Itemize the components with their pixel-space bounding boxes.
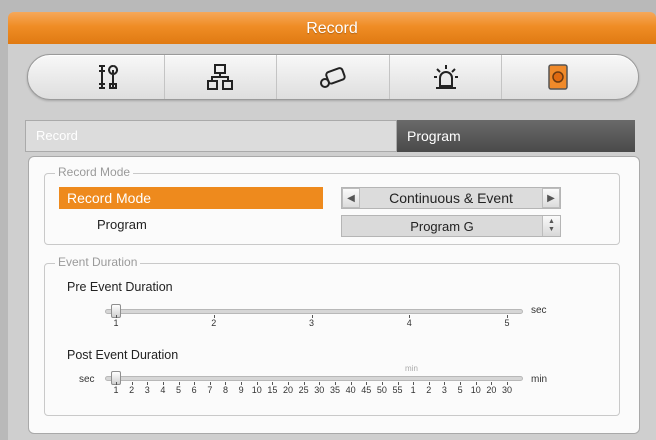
post-event-unit-left: sec <box>79 374 95 385</box>
event-duration-legend: Event Duration <box>55 255 141 269</box>
program-value: Program G <box>410 218 474 234</box>
spin-down-icon: ▼ <box>548 226 555 233</box>
toolbar-item-tools[interactable] <box>52 55 164 99</box>
tab-record[interactable]: Record <box>25 120 397 152</box>
pre-event-slider-track[interactable] <box>105 309 523 314</box>
pre-event-label: Pre Event Duration <box>67 280 173 294</box>
tick-label: 4 <box>406 318 412 328</box>
post-event-slider-track[interactable] <box>105 376 523 381</box>
post-event-unit-right: min <box>531 374 548 385</box>
record-mode-value: Continuous & Event <box>389 190 513 206</box>
tick-label: 5 <box>504 318 510 328</box>
toolbar-item-alarm[interactable] <box>388 55 502 99</box>
window-title: Record <box>8 12 656 44</box>
tick-label: 3 <box>308 318 314 328</box>
tick-label: 2 <box>211 318 217 328</box>
toolbar-item-network[interactable] <box>163 55 277 99</box>
alarm-icon <box>433 65 458 89</box>
record-mode-group: Record Mode Record Mode Program ◀ Contin… <box>44 165 620 245</box>
network-icon <box>207 64 234 90</box>
toolbar-item-camera[interactable] <box>276 55 389 99</box>
tools-icon <box>98 65 118 89</box>
record-mode-legend: Record Mode <box>55 165 134 179</box>
record-mode-label: Record Mode <box>59 187 323 209</box>
main-toolbar <box>27 54 639 100</box>
tick-label: 30 <box>501 385 512 395</box>
program-label: Program <box>97 217 147 232</box>
spin-up-icon: ▲ <box>548 218 555 225</box>
event-duration-group: Event Duration Pre Event Duration 12345 … <box>44 255 620 416</box>
tick-label: 1 <box>113 318 119 328</box>
tab-bar: Record Program <box>25 120 635 152</box>
settings-panel: Record Mode Record Mode Program ◀ Contin… <box>28 156 640 434</box>
program-spin-button[interactable]: ▲ ▼ <box>542 216 560 236</box>
record-mode-selector[interactable]: ◀ Continuous & Event ▶ <box>341 187 561 209</box>
pre-event-unit: sec <box>531 305 547 316</box>
prev-arrow-button[interactable]: ◀ <box>342 188 360 208</box>
camera-icon <box>319 67 346 88</box>
next-arrow-button[interactable]: ▶ <box>542 188 560 208</box>
program-selector[interactable]: Program G ▲ ▼ <box>341 215 561 237</box>
tab-program[interactable]: Program <box>397 120 635 152</box>
toolbar-item-record[interactable] <box>501 55 614 99</box>
post-event-min-marker: min <box>405 364 418 373</box>
record-icon <box>548 64 568 90</box>
post-event-label: Post Event Duration <box>67 348 179 362</box>
content-area: Record Program Record Mode Record Mode P… <box>8 44 656 440</box>
